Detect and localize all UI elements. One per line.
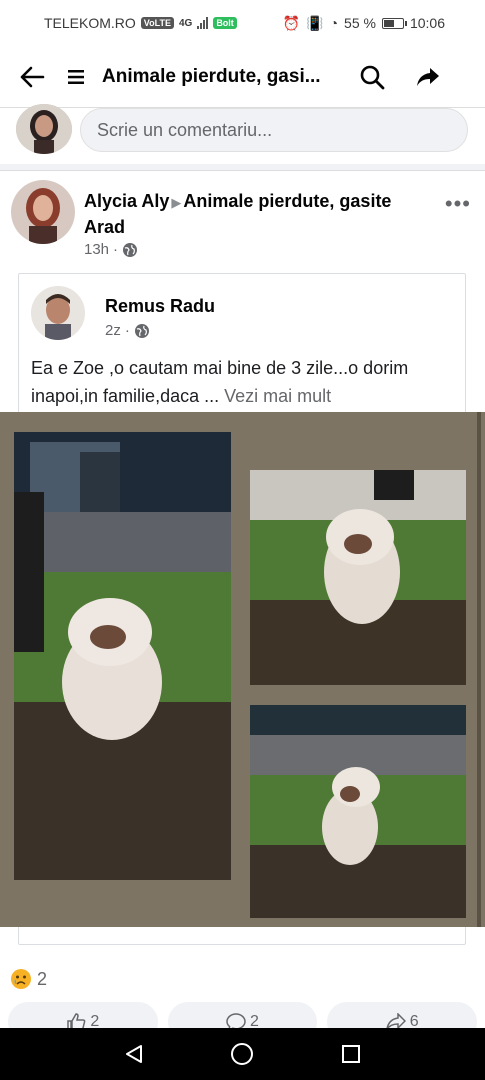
network-label: 4G <box>178 17 193 29</box>
shared-time: 2z <box>105 322 121 339</box>
bolt-app-icon: Bolt <box>213 17 237 29</box>
globe-icon <box>134 323 149 338</box>
see-more-link[interactable]: Vezi mai mult <box>224 386 331 406</box>
nav-back-button[interactable] <box>114 1034 154 1074</box>
search-button[interactable] <box>350 55 394 99</box>
shared-meta: 2z · <box>105 322 150 339</box>
current-user-avatar <box>16 104 72 154</box>
post-header-title: Alycia Aly ▶ Animale pierdute, gasite Arad <box>84 189 414 240</box>
shared-text: Ea e Zoe ,o cautam mai bine de 3 zile...… <box>31 354 461 410</box>
back-arrow-icon <box>20 66 45 87</box>
post-photo[interactable] <box>0 412 485 927</box>
globe-icon <box>123 242 138 257</box>
battery-icon <box>381 17 407 29</box>
comment-bar: Scrie un comentariu... <box>0 104 485 164</box>
app-header: Animale pierdute, gasi... <box>0 46 485 108</box>
post-time: 13h <box>84 241 110 258</box>
carrier-name: TELEKOM.RO <box>44 15 136 31</box>
shared-author-name[interactable]: Remus Radu <box>105 296 215 317</box>
shared-author-photo <box>31 286 85 340</box>
battery-percent: 55 % <box>344 15 376 31</box>
triangle-back-icon <box>126 1045 143 1063</box>
vibrate-icon: 📳 <box>306 14 324 31</box>
alarm-icon: ⏰ <box>282 14 301 31</box>
comment-placeholder: Scrie un comentariu... <box>97 119 273 140</box>
clock: 10:06 <box>409 15 445 31</box>
post-meta: 13h · <box>84 241 138 258</box>
circle-home-icon <box>231 1043 254 1065</box>
more-options-button[interactable]: ••• <box>445 191 471 217</box>
menu-button[interactable] <box>54 55 98 99</box>
screen: { "status": { "carrier": "TELEKOM.RO", "… <box>0 0 485 1080</box>
user-photo <box>16 104 72 154</box>
shared-author-avatar[interactable] <box>31 286 85 340</box>
nav-recents-button[interactable] <box>331 1034 371 1074</box>
volte-icon: VoLTE <box>140 17 174 29</box>
reaction-count: 2 <box>37 968 48 989</box>
reaction-summary[interactable]: 2 <box>10 968 47 990</box>
post-author-avatar[interactable] <box>11 180 75 244</box>
data-saver-icon: ◔ <box>329 15 339 31</box>
post-author-name[interactable]: Alycia Aly <box>84 191 169 211</box>
page-title: Animale pierdute, gasi... <box>102 65 321 87</box>
post-body: Ea e Zoe ,o cautam mai bine de 3 zile...… <box>31 358 409 406</box>
carrier-group: TELEKOM.RO VoLTE 4G Bolt <box>44 15 237 31</box>
nav-home-button[interactable] <box>222 1034 262 1074</box>
comment-input[interactable]: Scrie un comentariu... <box>80 108 468 152</box>
share-arrow-icon <box>417 67 439 86</box>
system-nav-bar <box>0 1028 485 1080</box>
photo-top-right <box>250 470 466 685</box>
sad-reaction-icon <box>11 969 31 989</box>
author-photo <box>11 180 75 244</box>
arrow-right-icon: ▶ <box>171 195 182 210</box>
hamburger-icon <box>68 69 84 84</box>
status-bar: TELEKOM.RO VoLTE 4G Bolt ⏰ 📳 ◔ 55 % 10:0… <box>0 0 485 46</box>
share-header-button[interactable] <box>406 55 450 99</box>
back-button[interactable] <box>10 55 54 99</box>
square-recents-icon <box>341 1045 360 1063</box>
photo-bottom-right <box>250 705 466 918</box>
signal-icon <box>197 17 209 29</box>
dog-photo-collage <box>0 412 485 927</box>
search-icon <box>360 65 385 89</box>
status-icons: ⏰ 📳 ◔ 55 % 10:06 <box>283 15 445 32</box>
photo-left <box>14 432 231 880</box>
